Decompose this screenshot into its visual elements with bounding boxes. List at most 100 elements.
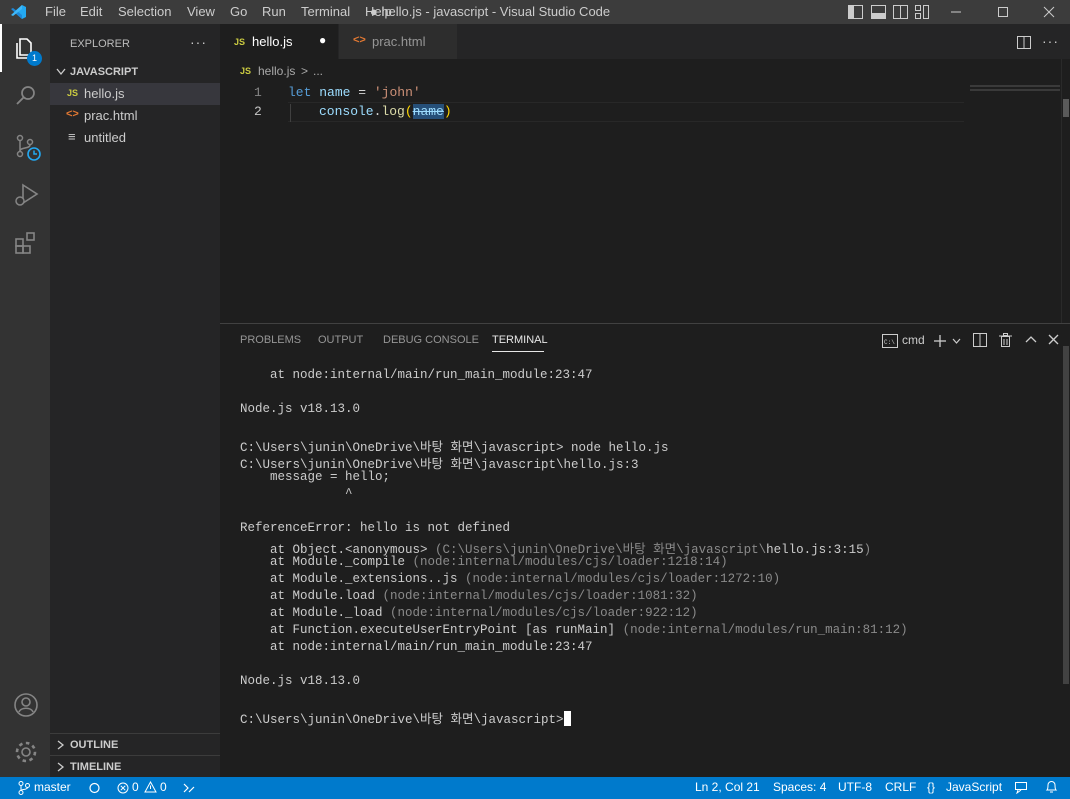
terminal-line: at Function.executeUserEntryPoint [as ru… (240, 623, 908, 637)
terminal-line: ReferenceError: hello is not defined (240, 521, 510, 535)
terminal-line: message = hello; (240, 470, 390, 484)
file-label: untitled (84, 130, 126, 145)
editor-scrollbar-track (1061, 59, 1062, 323)
run-debug-icon[interactable] (14, 182, 40, 208)
file-prac-html[interactable]: <> prac.html (50, 105, 220, 127)
tab-terminal[interactable]: TERMINAL (492, 334, 548, 346)
vscode-logo-icon (11, 5, 26, 19)
terminal-text: at node:internal/main/run_main_module:23… (240, 640, 593, 654)
terminal-line: Node.js v18.13.0 (240, 402, 360, 416)
timeline-label: TIMELINE (70, 761, 122, 773)
terminal-scrollbar-thumb[interactable] (1063, 346, 1069, 684)
new-terminal-icon[interactable] (933, 334, 947, 348)
terminal-shell-label[interactable]: cmd (902, 333, 925, 347)
close-panel-icon[interactable] (1048, 334, 1059, 345)
title-bar: File Edit Selection View Go Run Terminal… (0, 0, 1070, 24)
feedback-icon[interactable] (1014, 781, 1028, 794)
js-file-icon: JS (67, 88, 79, 98)
timeline-section[interactable]: TIMELINE (50, 755, 220, 778)
outline-section[interactable]: OUTLINE (50, 733, 220, 756)
explorer-more-button[interactable]: ··· (190, 34, 207, 50)
customize-layout-icon[interactable] (915, 5, 930, 19)
account-icon[interactable] (13, 692, 39, 718)
file-label: hello.js (84, 86, 125, 101)
editor-scrollbar-thumb[interactable] (1063, 99, 1069, 117)
html-file-icon: <> (353, 34, 366, 46)
editor-more-button[interactable]: ··· (1042, 33, 1059, 49)
breadcrumb-rest[interactable]: ... (313, 64, 323, 78)
terminal-dim-text: (node:internal/modules/cjs/loader:922:12… (390, 606, 698, 620)
operator-token: = (358, 85, 367, 100)
breadcrumb-file[interactable]: hello.js (258, 64, 295, 78)
trash-icon[interactable] (999, 333, 1012, 348)
terminal-dim-text: ) (863, 543, 872, 557)
maximize-icon[interactable] (997, 6, 1009, 18)
code-line-1: let name = 'john' (288, 85, 421, 100)
toggle-primary-sidebar-icon[interactable] (848, 5, 863, 19)
search-icon[interactable] (14, 84, 38, 108)
keyword-token: let (288, 85, 312, 100)
line-number: 2 (254, 104, 262, 119)
extensions-icon[interactable] (14, 230, 40, 256)
minimap-line (970, 89, 1060, 91)
terminal-text: Node.js v18.13.0 (240, 674, 361, 688)
menu-file[interactable]: File (45, 4, 66, 19)
terminal-text: message = hello; (240, 470, 391, 484)
js-file-icon: JS (234, 37, 246, 47)
editor-tabs: JS hello.js ● <> prac.html ··· (220, 24, 1070, 59)
sync-icon[interactable] (88, 782, 101, 794)
paren-token: ( (404, 104, 413, 119)
git-branch-icon (18, 781, 30, 795)
terminal-output[interactable]: at node:internal/main/run_main_module:23… (220, 368, 1060, 773)
tab-hello-js[interactable]: JS hello.js ● (220, 24, 338, 59)
terminal-line: ^ (240, 487, 353, 501)
chevron-down-icon (56, 68, 66, 76)
terminal-line: at Module._extensions..js (node:internal… (240, 572, 780, 586)
live-share-icon[interactable] (182, 782, 196, 794)
terminal-shell-icon: C:\ (882, 334, 898, 348)
folder-label: JAVASCRIPT (70, 66, 139, 78)
file-hello-js[interactable]: JS hello.js (50, 83, 220, 105)
terminal-line: Node.js v18.13.0 (240, 674, 360, 688)
active-tab-underline (492, 351, 544, 352)
tab-prac-html[interactable]: <> prac.html (339, 24, 457, 59)
file-label: prac.html (84, 108, 138, 123)
terminal-line: at Module._load (node:internal/modules/c… (240, 606, 698, 620)
terminal-text: C:\Users\junin\OneDrive\바탕 화면\javascript… (240, 713, 564, 727)
file-untitled[interactable]: ≡ untitled (50, 127, 220, 149)
split-terminal-icon[interactable] (973, 333, 987, 347)
terminal-text: at Function.executeUserEntryPoint [as ru… (240, 623, 623, 637)
terminal-text: at Module._load (240, 606, 391, 620)
svg-text:C:\: C:\ (884, 339, 895, 346)
terminal-text: Node.js v18.13.0 (240, 402, 361, 416)
folder-javascript[interactable]: JAVASCRIPT (50, 62, 220, 82)
function-token: log (381, 104, 405, 119)
toggle-secondary-sidebar-icon[interactable] (893, 5, 908, 19)
minimize-icon[interactable] (950, 6, 962, 18)
line-number: 1 (254, 85, 262, 100)
terminal-text: at Module.load (240, 589, 383, 603)
toggle-panel-icon[interactable] (871, 5, 886, 19)
terminal-dim-text: (node:internal/modules/cjs/loader:1272:1… (465, 572, 781, 586)
terminal-text: at node:internal/main/run_main_module:23… (240, 368, 593, 382)
outline-label: OUTLINE (70, 739, 119, 751)
split-editor-icon[interactable] (1017, 36, 1031, 50)
breadcrumb-separator: > (301, 64, 309, 78)
terminal-text: at Module._extensions..js (240, 572, 466, 586)
terminal-line: at Module.load (node:internal/modules/cj… (240, 589, 698, 603)
tab-problems[interactable]: PROBLEMS (240, 334, 301, 346)
terminal-dim-text: (node:internal/modules/cjs/loader:1081:3… (382, 589, 698, 603)
maximize-panel-icon[interactable] (1025, 335, 1037, 343)
chevron-down-icon[interactable] (952, 338, 961, 344)
tab-debug-console[interactable]: DEBUG CONSOLE (383, 334, 479, 346)
tab-output[interactable]: OUTPUT (318, 334, 363, 346)
indent-guide (290, 104, 291, 122)
unsaved-dot-icon[interactable]: ● (319, 33, 326, 47)
settings-gear-icon[interactable] (13, 739, 39, 765)
source-control-icon[interactable] (14, 134, 42, 162)
close-window-icon[interactable] (1043, 6, 1055, 18)
chevron-right-icon (57, 762, 65, 772)
terminal-text: ReferenceError: hello is not defined (240, 521, 511, 535)
variable-token: name (319, 85, 351, 100)
code-editor[interactable]: JS hello.js > ... 1 2 let name = 'john' … (220, 59, 1070, 323)
